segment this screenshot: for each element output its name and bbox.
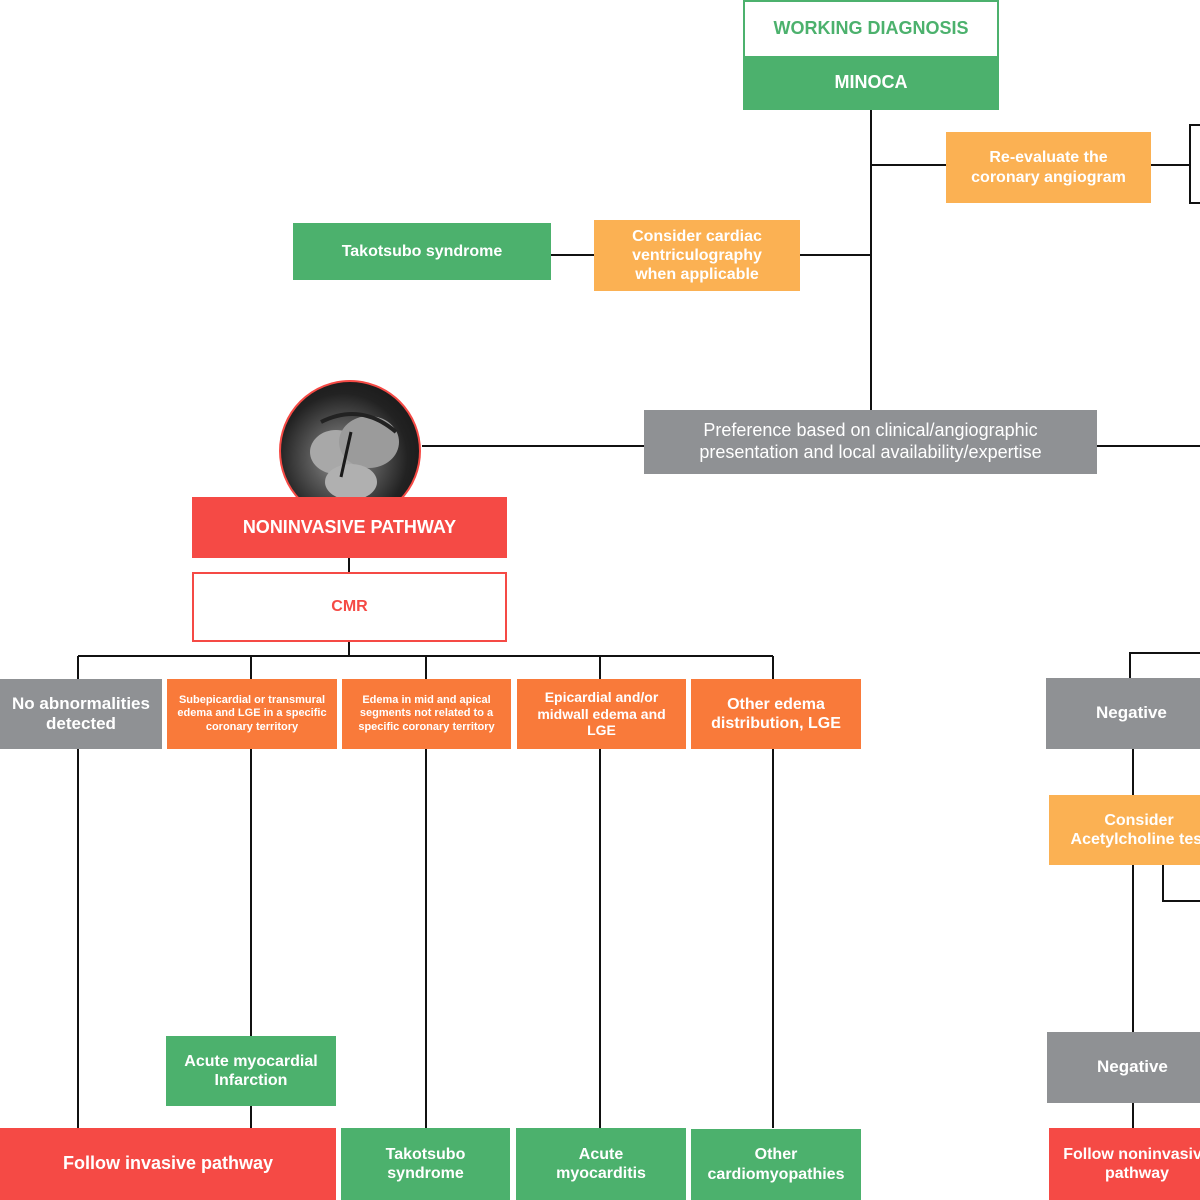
negative-box-2[interactable]: Negative — [1047, 1032, 1200, 1103]
follow-noninvasive-label: Follow noninvasive pathway — [1063, 1145, 1200, 1182]
finding-label: Subepicardial or transmural edema and LG… — [177, 694, 327, 733]
negative-box-1[interactable]: Negative — [1046, 678, 1200, 749]
finding-label: No abnormalities detected — [12, 693, 150, 733]
preference-label: Preference based on clinical/angiographi… — [699, 420, 1042, 462]
acute-mi-label: Acute myocardial Infarction — [184, 1052, 318, 1089]
connector — [1129, 652, 1200, 678]
minoca-box[interactable]: MINOCA — [743, 56, 999, 110]
outcome-acute-myocarditis[interactable]: Acute myocarditis — [516, 1128, 686, 1200]
finding-label: Edema in mid and apical segments not rel… — [358, 694, 495, 733]
finding-coronary-territory[interactable]: Subepicardial or transmural edema and LG… — [167, 679, 337, 749]
cmr-label: CMR — [331, 598, 368, 616]
negative-label: Negative — [1097, 1057, 1168, 1077]
connector — [1189, 124, 1200, 204]
working-diagnosis-label: WORKING DIAGNOSIS — [773, 18, 969, 39]
takotsubo-top-label: Takotsubo syndrome — [341, 242, 503, 260]
takotsubo-top-box[interactable]: Takotsubo syndrome — [293, 223, 551, 280]
reevaluate-angiogram-box[interactable]: Re-evaluate the coronary angiogram — [946, 132, 1151, 203]
ventriculography-label: Consider cardiac ventriculography when a… — [632, 227, 762, 284]
minoca-label: MINOCA — [834, 72, 908, 93]
outcome-label: Acute myocarditis — [556, 1145, 646, 1182]
ventriculography-box[interactable]: Consider cardiac ventriculography when a… — [594, 220, 800, 291]
noninvasive-pathway-label: NONINVASIVE PATHWAY — [242, 516, 457, 537]
follow-invasive-pathway-box[interactable]: Follow invasive pathway — [0, 1128, 336, 1200]
preference-box[interactable]: Preference based on clinical/angiographi… — [644, 410, 1097, 474]
acute-mi-box[interactable]: Acute myocardial Infarction — [166, 1036, 336, 1106]
acetylcholine-label: Consider Acetylcholine test — [1070, 811, 1200, 848]
outcome-other-cardiomyopathies[interactable]: Other cardiomyopathies — [691, 1129, 861, 1200]
working-diagnosis-header: WORKING DIAGNOSIS — [743, 0, 999, 56]
finding-label: Other edema distribution, LGE — [711, 695, 841, 732]
outcome-label: Takotsubo syndrome — [385, 1145, 466, 1182]
finding-mid-apical-edema[interactable]: Edema in mid and apical segments not rel… — [342, 679, 511, 749]
cmr-box[interactable]: CMR — [192, 572, 507, 642]
finding-label: Epicardial and/or midwall edema and LGE — [537, 688, 666, 739]
noninvasive-pathway-header[interactable]: NONINVASIVE PATHWAY — [192, 497, 507, 558]
outcome-takotsubo[interactable]: Takotsubo syndrome — [341, 1128, 510, 1200]
outcome-label: Follow invasive pathway — [62, 1153, 274, 1174]
negative-label: Negative — [1096, 703, 1167, 723]
outcome-label: Other cardiomyopathies — [707, 1146, 845, 1183]
finding-epicardial-midwall[interactable]: Epicardial and/or midwall edema and LGE — [517, 679, 686, 749]
acetylcholine-test-box[interactable]: Consider Acetylcholine test — [1049, 795, 1200, 865]
connector — [1162, 865, 1200, 902]
follow-noninvasive-pathway-box[interactable]: Follow noninvasive pathway — [1049, 1128, 1200, 1200]
finding-no-abnormalities[interactable]: No abnormalities detected — [0, 679, 162, 749]
reevaluate-label: Re-evaluate the coronary angiogram — [971, 149, 1126, 186]
finding-other-edema[interactable]: Other edema distribution, LGE — [691, 679, 861, 749]
